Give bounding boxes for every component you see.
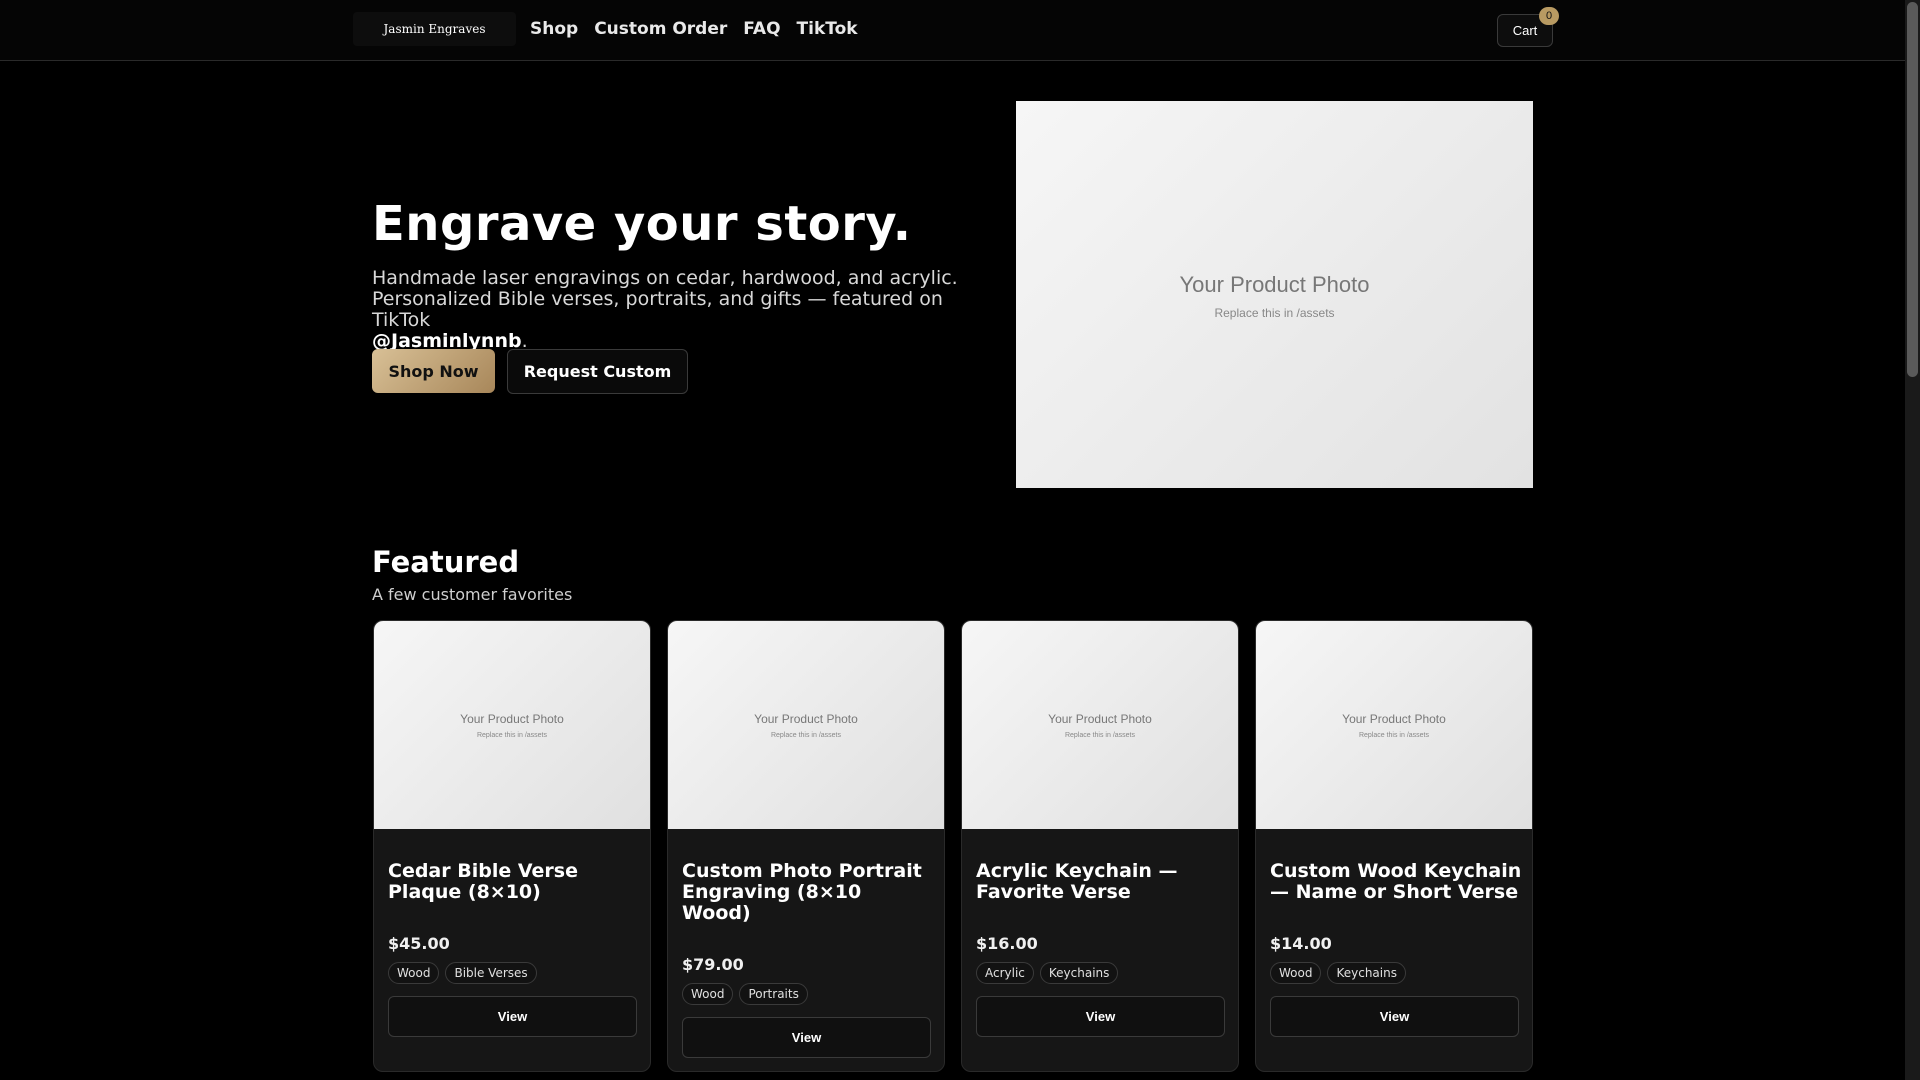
request-custom-button[interactable]: Request Custom: [507, 349, 688, 394]
product-tags: Acrylic Keychains: [976, 962, 1119, 984]
cart-count-badge: 0: [1539, 7, 1559, 25]
product-name[interactable]: Acrylic Keychain — Favorite Verse: [976, 861, 1228, 903]
view-product-button[interactable]: View: [1270, 996, 1519, 1037]
hero-product-photo: Your Product Photo Replace this in /asse…: [1016, 101, 1533, 488]
product-tag: Keychains: [1327, 962, 1406, 984]
product-price: $14.00: [1270, 934, 1332, 953]
product-name[interactable]: Custom Photo Portrait Engraving (8×10 Wo…: [682, 861, 934, 924]
product-name[interactable]: Cedar Bible Verse Plaque (8×10): [388, 861, 640, 903]
view-product-button[interactable]: View: [388, 996, 637, 1037]
product-photo[interactable]: Your Product Photo Replace this in /asse…: [962, 621, 1238, 829]
product-tag: Wood: [388, 962, 440, 984]
featured-heading: Featured: [372, 545, 520, 579]
nav-shop[interactable]: Shop: [530, 19, 578, 39]
photo-placeholder-subtitle: Replace this in /assets: [1214, 305, 1335, 320]
site-header: Jasmin Engraves Shop Custom Order FAQ Ti…: [0, 0, 1905, 61]
photo-placeholder-subtitle: Replace this in /assets: [1358, 731, 1430, 739]
product-price: $79.00: [682, 955, 744, 974]
photo-placeholder-title: Your Product Photo: [1342, 711, 1446, 726]
product-photo[interactable]: Your Product Photo Replace this in /asse…: [374, 621, 650, 829]
product-card[interactable]: Your Product Photo Replace this in /asse…: [961, 620, 1239, 1072]
product-tag: Wood: [682, 983, 734, 1005]
product-price: $16.00: [976, 934, 1038, 953]
hero-text-line1: Handmade laser engravings on cedar, hard…: [372, 267, 958, 289]
product-tags: Wood Keychains: [1270, 962, 1406, 984]
shop-now-button[interactable]: Shop Now: [372, 349, 495, 393]
site-logo[interactable]: Jasmin Engraves: [353, 12, 516, 46]
view-product-button[interactable]: View: [682, 1017, 931, 1058]
view-product-button[interactable]: View: [976, 996, 1225, 1037]
product-card[interactable]: Your Product Photo Replace this in /asse…: [667, 620, 945, 1072]
main-nav: Shop Custom Order FAQ TikTok: [530, 19, 858, 39]
photo-placeholder-subtitle: Replace this in /assets: [1064, 731, 1136, 739]
product-tag: Bible Verses: [445, 962, 537, 984]
product-name[interactable]: Custom Wood Keychain — Name or Short Ver…: [1270, 861, 1522, 903]
product-price: $45.00: [388, 934, 450, 953]
photo-placeholder-subtitle: Replace this in /assets: [770, 731, 842, 739]
hero-title: Engrave your story.: [372, 196, 912, 252]
product-tags: Wood Bible Verses: [388, 962, 537, 984]
photo-placeholder-title: Your Product Photo: [460, 711, 564, 726]
nav-custom-order[interactable]: Custom Order: [594, 19, 727, 39]
product-tag: Keychains: [1039, 962, 1119, 984]
photo-placeholder-title: Your Product Photo: [1048, 711, 1152, 726]
hero-text-line2: Personalized Bible verses, portraits, an…: [372, 288, 943, 331]
product-tag: Acrylic: [976, 962, 1034, 984]
product-card[interactable]: Your Product Photo Replace this in /asse…: [373, 620, 651, 1072]
hero-description: Handmade laser engravings on cedar, hard…: [372, 268, 982, 352]
nav-faq[interactable]: FAQ: [743, 19, 780, 39]
product-tags: Wood Portraits: [682, 983, 808, 1005]
photo-placeholder-title: Your Product Photo: [1179, 271, 1370, 297]
product-photo[interactable]: Your Product Photo Replace this in /asse…: [1256, 621, 1532, 829]
photo-placeholder-title: Your Product Photo: [754, 711, 858, 726]
photo-placeholder-subtitle: Replace this in /assets: [476, 731, 548, 739]
product-card[interactable]: Your Product Photo Replace this in /asse…: [1255, 620, 1533, 1072]
product-tag: Wood: [1270, 962, 1322, 984]
product-photo[interactable]: Your Product Photo Replace this in /asse…: [668, 621, 944, 829]
nav-tiktok[interactable]: TikTok: [797, 19, 858, 39]
cart-label: Cart: [1512, 23, 1538, 38]
featured-subtitle: A few customer favorites: [372, 585, 573, 604]
product-tag: Portraits: [739, 983, 808, 1005]
scrollbar-thumb[interactable]: [1907, 2, 1918, 377]
